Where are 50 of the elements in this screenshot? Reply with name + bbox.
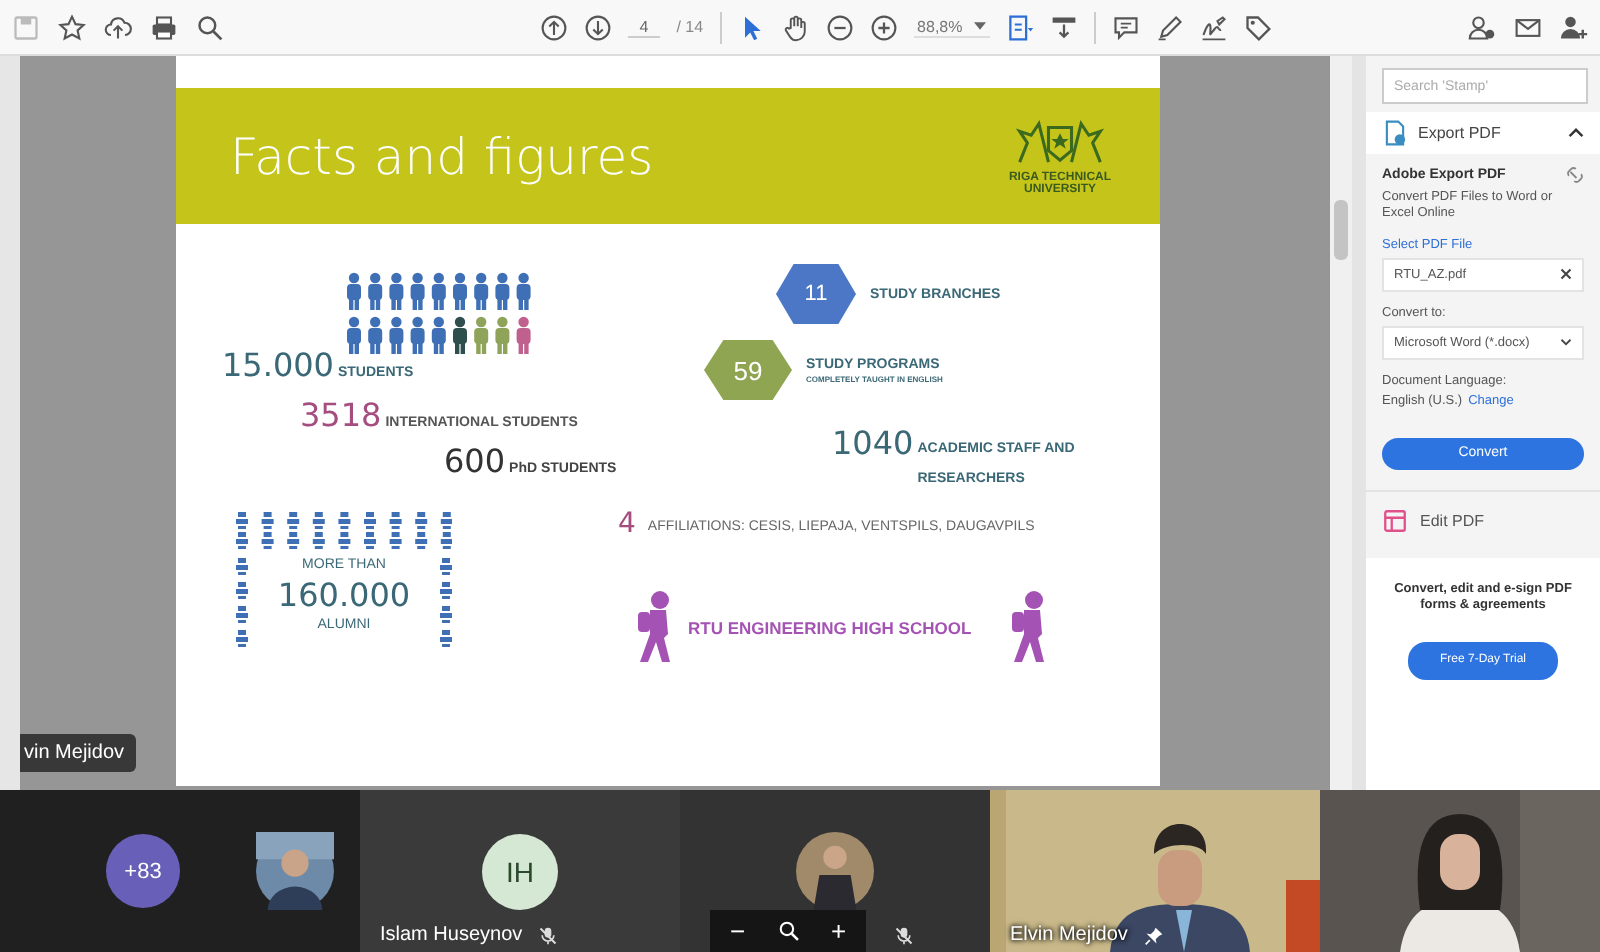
stat-value: 4	[618, 510, 636, 538]
next-page-icon[interactable]	[583, 13, 612, 41]
tag-icon[interactable]	[1244, 13, 1273, 41]
export-pdf-header[interactable]: Export PDF	[1366, 112, 1600, 154]
add-person-icon[interactable]	[1559, 13, 1588, 41]
zoom-out-button[interactable]: −	[721, 916, 754, 946]
zoom-out-icon[interactable]	[825, 13, 854, 41]
crest-icon	[1012, 116, 1108, 166]
alumni-count: 160.000	[277, 576, 411, 614]
hand-icon[interactable]	[781, 13, 810, 41]
zoom-icon[interactable]	[777, 920, 799, 942]
stat-value: 3518	[300, 400, 382, 432]
mail-icon[interactable]	[1513, 13, 1542, 41]
edit-pdf-icon	[1382, 507, 1408, 534]
zoom-in-button[interactable]: +	[822, 916, 855, 946]
alumni-icons-drawing	[236, 558, 248, 650]
speaker-name-label: vin Mejidov	[20, 734, 137, 772]
previous-page-icon[interactable]	[539, 13, 568, 41]
page-fit-icon[interactable]	[1006, 13, 1035, 41]
high-school-label: RTU ENGINEERING HIGH SCHOOL	[688, 618, 974, 638]
more-participants-badge[interactable]: +83	[106, 834, 180, 908]
participant-name: Islam Huseynov	[380, 924, 523, 946]
caret-icon	[1560, 336, 1572, 349]
upload-icon[interactable]	[104, 13, 132, 41]
page-number-field[interactable]: 4	[627, 17, 661, 37]
page-total: / 14	[676, 18, 704, 36]
stat-value: 1040	[832, 422, 914, 460]
stat-value: 600	[444, 446, 506, 478]
student-walking-icon	[1010, 590, 1050, 666]
zoom-in-icon[interactable]	[869, 13, 898, 41]
stat-value: 15.000	[222, 350, 334, 382]
scrollbar[interactable]	[1330, 56, 1352, 790]
participant-avatar: IH	[482, 834, 558, 910]
chevron-icon	[1568, 128, 1584, 138]
share-icon[interactable]	[1467, 13, 1496, 41]
pen-icon[interactable]	[1156, 13, 1185, 41]
search-icon[interactable]	[196, 13, 224, 41]
document-icon	[1382, 120, 1408, 146]
zoom-dropdown[interactable]: 88,8%	[913, 17, 991, 37]
signature-icon[interactable]	[1200, 13, 1229, 41]
slide-title: Facts and figures	[230, 127, 654, 185]
scroll-mode-icon[interactable]	[1050, 13, 1079, 41]
link-icon[interactable]	[1566, 166, 1584, 184]
print-icon[interactable]	[150, 13, 178, 41]
alumni-icons-drawing	[439, 558, 452, 650]
star-icon[interactable]	[58, 13, 86, 41]
comment-icon[interactable]	[1112, 13, 1141, 41]
student-walking-icon	[636, 590, 676, 666]
clear-icon[interactable]	[1560, 268, 1572, 281]
caret-icon	[974, 22, 987, 30]
